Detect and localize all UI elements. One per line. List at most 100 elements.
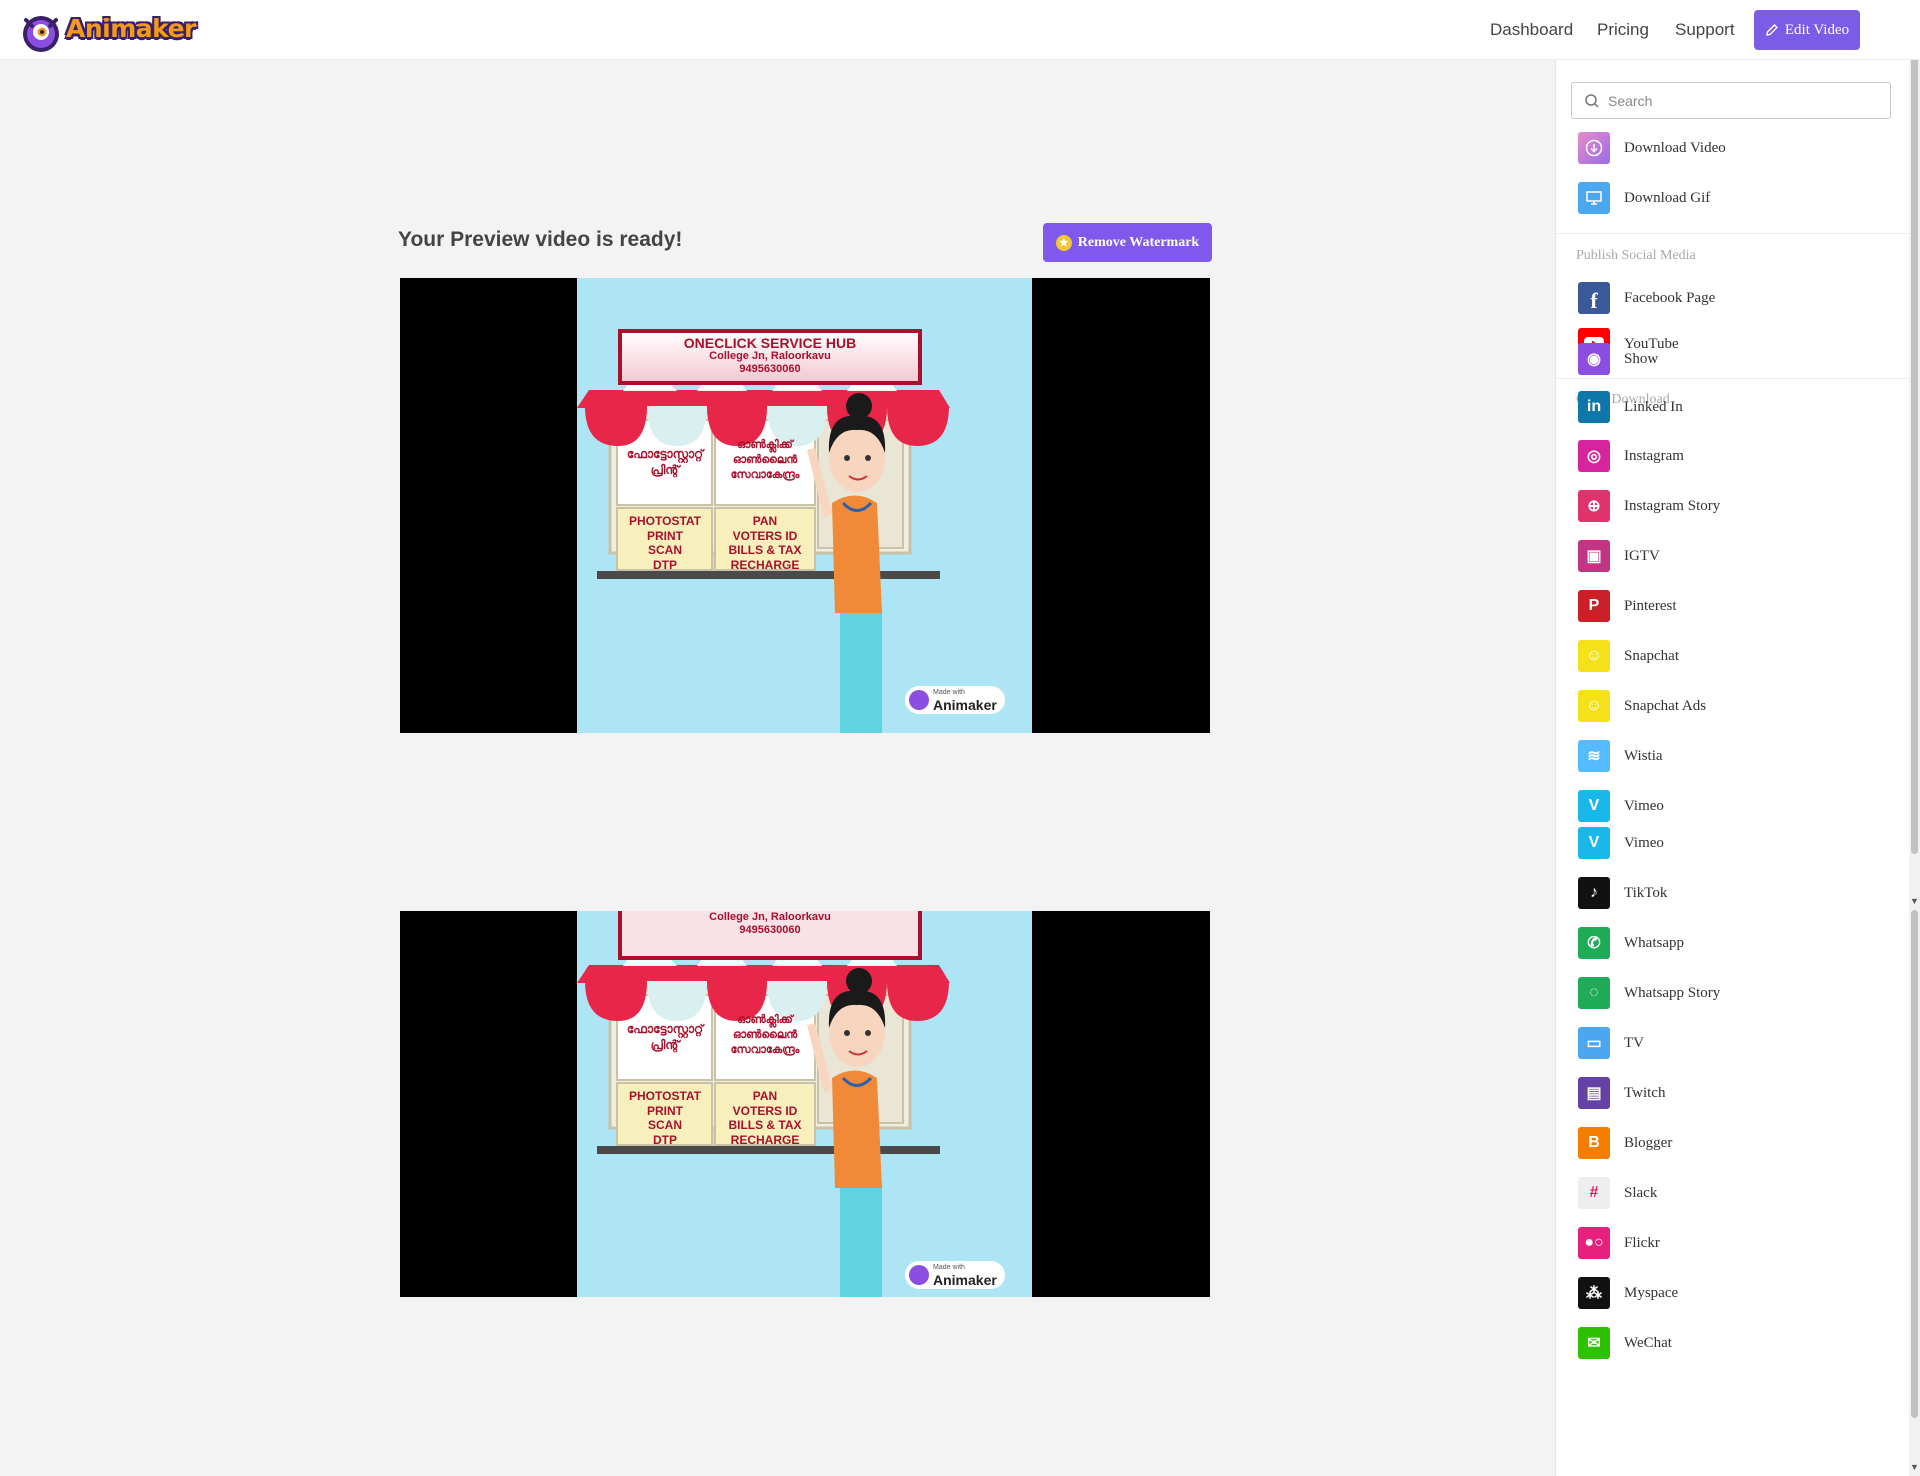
malayalam-photostat-text: ഫോട്ടോസ്റ്റാറ്റ് പ്രിന്റ് [626,1022,704,1052]
option-label: Whatsapp Story [1624,984,1721,1001]
option-twitch[interactable]: ▤ Twitch [1578,1076,1898,1110]
service-item: PAN [752,1089,778,1103]
option-snapchat[interactable]: ☺ Snapchat [1578,639,1898,673]
option-tiktok[interactable]: ♪ TikTok [1578,876,1898,910]
option-linkedin[interactable]: in Linked In [1578,390,1898,424]
nav-pricing[interactable]: Pricing [1597,0,1649,60]
video-frame: ONECLICK SERVICE HUB College Jn, Raloork… [577,278,1032,733]
services-right-list: PAN VOTERS ID BILLS & TAX RECHARGE [717,514,813,572]
igtv-icon: ▣ [1578,540,1610,572]
option-label: Download Video [1624,139,1726,156]
scrollbar-thumb-lower[interactable] [1911,910,1918,1418]
option-label: TikTok [1624,884,1668,901]
option-label: Instagram [1624,447,1684,464]
wistia-icon: ≋ [1578,740,1610,772]
animaker-mascot-icon [909,1265,929,1285]
option-myspace[interactable]: ⁂ Myspace [1578,1276,1898,1310]
instagram-icon: ◎ [1578,440,1610,472]
service-item: PRINT [647,528,683,543]
video-preview-player-duplicate[interactable]: College Jn, Raloorkavu 9495630060 ഫോട്ടോ… [400,911,1210,1297]
option-wistia[interactable]: ≋ Wistia [1578,739,1898,773]
search-input[interactable] [1608,92,1878,109]
service-item: DTP [653,1132,677,1147]
scroll-down-arrow-icon[interactable]: ▼ [1910,1462,1919,1472]
nav-dashboard[interactable]: Dashboard [1490,0,1573,60]
option-igtv[interactable]: ▣ IGTV [1578,539,1898,573]
option-vimeo[interactable]: V Vimeo [1578,789,1898,823]
whatsapp-story-icon: ◌ [1578,977,1610,1009]
option-label: TV [1624,1034,1644,1051]
animaker-mascot-icon [23,16,59,52]
snapchat-icon: ☺ [1578,640,1610,672]
scroll-down-arrow-icon[interactable]: ▼ [1910,896,1919,906]
option-label: Flickr [1624,1234,1660,1251]
option-pinterest[interactable]: P Pinterest [1578,589,1898,623]
slack-icon: # [1578,1177,1610,1209]
animaker-logo[interactable]: Animaker [18,10,196,54]
services-right-list: PAN VOTERS ID BILLS & TAX RECHARGE [717,1089,813,1147]
scrollbar-thumb[interactable] [1911,14,1918,854]
flickr-icon: ●○ [1578,1227,1610,1259]
service-item: RECHARGE [730,557,800,572]
service-item: DTP [653,557,677,572]
option-label: Slack [1624,1184,1658,1201]
facebook-page-option[interactable]: f Facebook Page [1578,281,1898,315]
shop-sign-phone: 9495630060 [739,924,801,936]
option-whatsapp[interactable]: ✆ Whatsapp [1578,926,1898,960]
option-label: IGTV [1624,547,1660,564]
snapchat-ads-icon: ☺ [1578,690,1610,722]
option-blogger[interactable]: B Blogger [1578,1126,1898,1160]
option-flickr[interactable]: ●○ Flickr [1578,1226,1898,1260]
option-slack[interactable]: # Slack [1578,1176,1898,1210]
made-with-animaker-watermark: Made with Animaker [905,686,1005,714]
download-gif-option[interactable]: Download Gif [1578,181,1898,215]
nav-support[interactable]: Support [1675,0,1735,60]
services-left-list: PHOTOSTAT PRINT SCAN DTP [619,514,711,572]
shop-sign-title: ONECLICK SERVICE HUB [683,335,857,351]
option-show[interactable]: ◉ Show [1578,342,1898,376]
option-tv[interactable]: ▭ TV [1578,1026,1898,1060]
option-label: Whatsapp [1624,934,1684,951]
option-wechat[interactable]: ✉ WeChat [1578,1326,1898,1360]
page-scrollbar[interactable]: ▼ ▼ [1909,0,1920,1476]
option-instagram[interactable]: ◎ Instagram [1578,439,1898,473]
monitor-icon [1578,182,1610,214]
instagram-story-icon: ⊕ [1578,490,1610,522]
download-icon [1578,132,1610,164]
service-item: VOTERS ID [732,1103,798,1118]
shop-sign: ONECLICK SERVICE HUB College Jn, Raloork… [620,336,920,376]
watermark-brand: Animaker [933,697,997,713]
service-item: PHOTOSTAT [629,514,701,528]
search-box[interactable] [1571,82,1891,119]
option-label: Wistia [1624,747,1663,764]
pencil-icon [1766,24,1778,36]
option-instagram-story[interactable]: ⊕ Instagram Story [1578,489,1898,523]
remove-watermark-button[interactable]: ★ Remove Watermark [1043,223,1212,262]
search-icon [1585,93,1599,108]
malayalam-online-text: ഓൺക്ലിക്ക് ഓൺലൈൻ സേവാകേന്ദ്രം [730,1014,800,1056]
animaker-mascot-icon [909,690,929,710]
malayalam-online-text: ഓൺക്ലിക്ക് ഓൺലൈൻ സേവാകേന്ദ്രം [730,439,800,481]
linkedin-icon: in [1578,391,1610,423]
star-icon: ★ [1055,234,1072,251]
option-label: WeChat [1624,1334,1672,1351]
option-label: Vimeo [1624,797,1664,814]
edit-video-label: Edit Video [1784,21,1850,38]
option-whatsapp-story[interactable]: ◌ Whatsapp Story [1578,976,1898,1010]
show-icon: ◉ [1578,343,1610,375]
shop-sign-address: College Jn, Raloorkavu [709,350,831,362]
edit-video-button[interactable]: Edit Video [1754,10,1860,50]
option-label: Show [1624,350,1659,367]
whatsapp-icon: ✆ [1578,927,1610,959]
option-snapchat-ads[interactable]: ☺ Snapchat Ads [1578,689,1898,723]
option-label: Snapchat Ads [1624,697,1707,714]
download-video-option[interactable]: Download Video [1578,131,1898,165]
video-preview-player[interactable]: ONECLICK SERVICE HUB College Jn, Raloork… [400,278,1210,733]
service-item: RECHARGE [730,1132,800,1147]
option-label: Blogger [1624,1134,1673,1151]
video-frame: College Jn, Raloorkavu 9495630060 ഫോട്ടോ… [577,911,1032,1297]
option-label: Pinterest [1624,597,1677,614]
shop-sign: College Jn, Raloorkavu 9495630060 [620,911,920,937]
option-vimeo[interactable]: V Vimeo [1578,826,1898,860]
service-item: PHOTOSTAT [629,1089,701,1103]
